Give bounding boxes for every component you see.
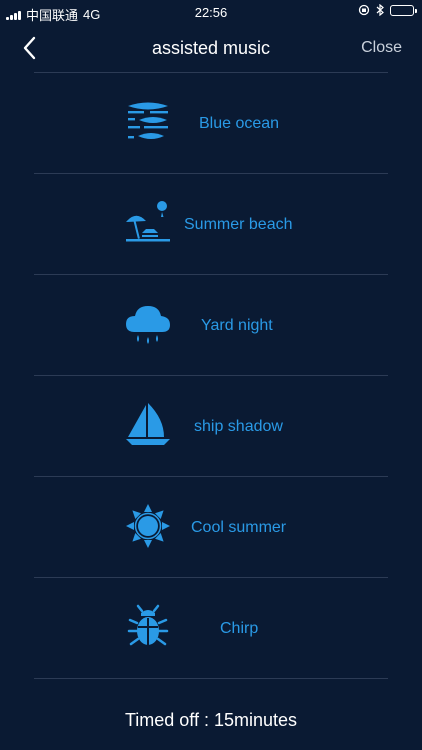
list-item-label: ship shadow bbox=[194, 418, 283, 435]
list-item-summer-beach[interactable]: Summer beach bbox=[34, 174, 388, 274]
rain-cloud-icon bbox=[126, 306, 170, 344]
sun-icon bbox=[126, 504, 170, 548]
list-item-yard-night[interactable]: Yard night bbox=[34, 275, 388, 375]
sailboat-icon bbox=[126, 403, 170, 445]
bug-icon bbox=[127, 604, 169, 646]
music-list: Blue ocean Summer beach Yard night ship … bbox=[34, 72, 388, 679]
list-item-chirp[interactable]: Chirp bbox=[34, 578, 388, 678]
list-item-label: Chirp bbox=[220, 620, 259, 637]
orientation-lock-icon bbox=[358, 4, 370, 16]
list-item-label: Cool summer bbox=[191, 519, 287, 536]
list-item-label: Yard night bbox=[201, 317, 273, 334]
page-title: assisted music bbox=[151, 38, 271, 58]
ocean-icon bbox=[128, 102, 168, 139]
list-item-label: Summer beach bbox=[184, 216, 293, 233]
nav-bar: assisted music Close bbox=[0, 24, 422, 72]
list-item-blue-ocean[interactable]: Blue ocean bbox=[34, 73, 388, 173]
battery-icon bbox=[390, 4, 417, 16]
list-item-cool-summer[interactable]: Cool summer bbox=[34, 477, 388, 577]
timer-status[interactable]: Timed off : 15minutes bbox=[0, 710, 422, 731]
list-item-label: Blue ocean bbox=[199, 115, 280, 132]
beach-icon bbox=[126, 201, 170, 242]
close-button[interactable]: Close bbox=[361, 39, 402, 57]
divider bbox=[34, 678, 388, 679]
bluetooth-icon bbox=[376, 4, 384, 16]
status-bar: 中国联通 4G 22:56 bbox=[0, 0, 422, 24]
list-item-ship-shadow[interactable]: ship shadow bbox=[34, 376, 388, 476]
